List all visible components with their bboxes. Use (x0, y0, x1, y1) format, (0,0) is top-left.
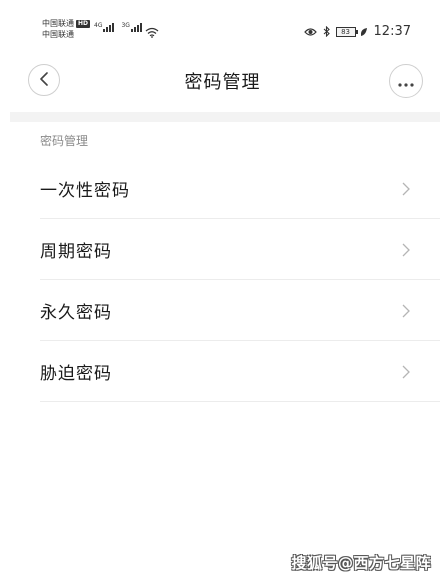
carrier-info: 中国联通 HD 中国联通 (42, 18, 91, 40)
watermark: 搜狐号@西方七星阵 (291, 554, 431, 572)
signal-bars-icon-2 (130, 22, 143, 32)
page-title: 密码管理 (184, 72, 261, 93)
charging-leaf-icon (360, 27, 368, 37)
list-item-duress-password[interactable]: 胁迫密码 (40, 341, 440, 402)
list-item-label: 胁迫密码 (40, 363, 112, 384)
wifi-icon (145, 23, 159, 42)
section-header: 密码管理 (40, 134, 89, 148)
status-time: 12:37 (373, 24, 411, 39)
status-right-group: 83 12:37 (303, 24, 411, 39)
chevron-right-icon (402, 303, 410, 322)
more-dots-icon (398, 72, 414, 91)
list-item-label: 永久密码 (40, 302, 112, 323)
carrier-name-2: 中国联通 (42, 30, 74, 39)
list-item-periodic-password[interactable]: 周期密码 (40, 219, 440, 280)
status-bar: 中国联通 HD 中国联通 4G 3G 83 12:37 (0, 0, 445, 46)
app-screen: 中国联通 HD 中国联通 4G 3G 83 12:37 密码管理 密码管理 一次… (0, 0, 445, 581)
section-separator (10, 112, 440, 122)
bluetooth-icon (323, 26, 330, 37)
carrier-row-2: 中国联通 (42, 29, 90, 40)
signal-indicators: 4G 3G (94, 22, 149, 32)
list-item-one-time-password[interactable]: 一次性密码 (40, 158, 440, 219)
list-item-label: 周期密码 (40, 241, 112, 262)
eye-comfort-icon (303, 27, 317, 37)
hd-badge: HD (76, 19, 91, 28)
list-item-label: 一次性密码 (40, 180, 130, 201)
title-bar: 密码管理 (0, 52, 445, 106)
password-type-list: 一次性密码 周期密码 永久密码 胁迫密码 (40, 158, 440, 402)
more-options-button[interactable] (389, 64, 423, 98)
carrier-row-1: 中国联通 HD (42, 18, 91, 29)
chevron-right-icon (402, 181, 410, 200)
battery-icon: 83 (335, 26, 358, 37)
list-item-permanent-password[interactable]: 永久密码 (40, 280, 440, 341)
chevron-right-icon (402, 242, 410, 261)
network-type-2: 3G (121, 22, 130, 29)
signal-bars-icon-1 (103, 22, 115, 32)
network-type-1: 4G (94, 22, 103, 29)
carrier-name-1: 中国联通 (42, 19, 74, 28)
chevron-right-icon (402, 364, 410, 383)
